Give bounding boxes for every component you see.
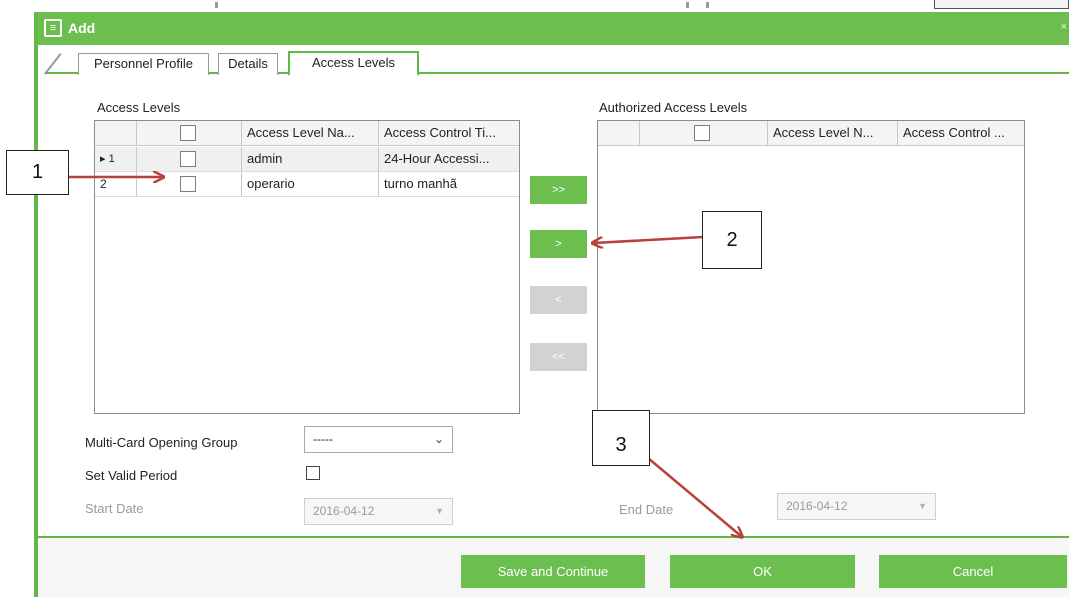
callout-2: 2 — [702, 211, 762, 269]
annotation-arrows — [69, 0, 1069, 597]
callout-3: 3 — [592, 410, 650, 466]
callout-3-arrow — [647, 457, 741, 536]
callout-1: 1 — [6, 150, 69, 195]
callout-2-arrow — [594, 235, 704, 243]
